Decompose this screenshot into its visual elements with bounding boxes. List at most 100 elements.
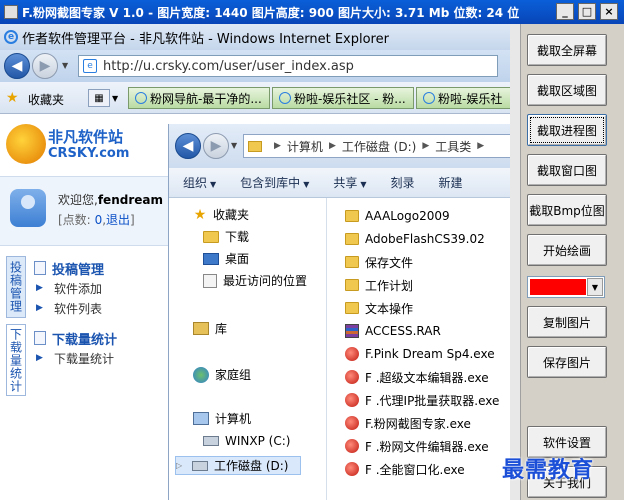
downloads-folder-icon bbox=[203, 230, 219, 243]
forward-arrow-icon[interactable]: ▶ bbox=[32, 53, 58, 79]
site-logo[interactable]: 非凡软件站 CRSKY.com bbox=[4, 120, 144, 168]
history-dropdown-icon[interactable]: ▼ bbox=[231, 141, 237, 150]
list-item[interactable]: F .全能窗口化.exe bbox=[345, 459, 465, 479]
fav-tab-1[interactable]: 粉网导航-最干净的... bbox=[128, 87, 270, 109]
list-item[interactable]: F .代理IP批量获取器.exe bbox=[345, 390, 499, 410]
copy-image-button[interactable]: 复制图片 bbox=[527, 306, 607, 338]
path-segment[interactable]: 工具类 bbox=[435, 138, 471, 155]
path-segment[interactable]: 工作磁盘 (D:) bbox=[342, 138, 416, 155]
file-name: F .粉网文件编辑器.exe bbox=[365, 439, 489, 454]
save-image-button[interactable]: 保存图片 bbox=[527, 346, 607, 378]
ie-title-bar: e 作者软件管理平台 - 非凡软件站 - Windows Internet Ex… bbox=[0, 24, 520, 50]
file-list: AAALogo2009 AdobeFlashCS39.02 保存文件 工作计划 … bbox=[339, 198, 520, 500]
list-item[interactable]: F.Pink Dream Sp4.exe bbox=[345, 344, 495, 364]
share-button[interactable]: 共享 ▼ bbox=[333, 174, 366, 191]
close-button[interactable]: × bbox=[600, 3, 618, 20]
menu-item-software-list[interactable]: ▶ 软件列表 bbox=[34, 298, 170, 318]
nav-computer[interactable]: 计算机 bbox=[193, 410, 251, 427]
chevron-right-icon: ▶ bbox=[328, 141, 336, 151]
capture-process-button[interactable]: 截取进程图 bbox=[527, 114, 607, 146]
folder-icon bbox=[248, 140, 262, 152]
menu-section-downloads: 下载量统计 bbox=[34, 328, 170, 348]
fav-tab-3[interactable]: 粉啦-娱乐社 bbox=[416, 87, 520, 109]
nav-favorites[interactable]: ★ 收藏夹 bbox=[193, 206, 249, 223]
history-dropdown-icon[interactable]: ▼ bbox=[62, 61, 68, 70]
nav-library[interactable]: 库 bbox=[193, 320, 227, 337]
menu-item-label: 软件列表 bbox=[54, 301, 103, 316]
minimize-button[interactable]: _ bbox=[556, 3, 574, 20]
capture-bmp-button[interactable]: 截取Bmp位图 bbox=[527, 194, 607, 226]
back-arrow-icon[interactable]: ◀ bbox=[4, 53, 30, 79]
maximize-button[interactable]: □ bbox=[578, 3, 596, 20]
screenshot-preview: e 作者软件管理平台 - 非凡软件站 - Windows Internet Ex… bbox=[0, 24, 520, 500]
path-segment[interactable]: 计算机 bbox=[287, 138, 323, 155]
desktop-icon bbox=[203, 252, 219, 265]
logo-domain: CRSKY.com bbox=[48, 146, 130, 161]
ie-navigation-bar: ◀ ▶ ▼ e http://u.crsky.com/user/user_ind… bbox=[0, 50, 520, 82]
favorites-label[interactable]: 收藏夹 bbox=[28, 91, 64, 108]
computer-icon bbox=[193, 412, 209, 425]
vtab-downloads[interactable]: 下载量统计 bbox=[6, 324, 26, 396]
welcome-prefix: 欢迎您, bbox=[58, 193, 98, 207]
file-name: F .超级文本编辑器.exe bbox=[365, 370, 489, 385]
list-item[interactable]: F.粉网截图专家.exe bbox=[345, 413, 471, 433]
preview-scrollbar[interactable] bbox=[510, 24, 520, 500]
drive-icon bbox=[192, 460, 208, 471]
fav-tab-2[interactable]: 粉啦-娱乐社区 - 粉... bbox=[272, 87, 414, 109]
organize-button[interactable]: 组织 ▼ bbox=[183, 174, 216, 191]
site-content: 非凡软件站 CRSKY.com 欢迎您,fendream [点数: 0,退出] … bbox=[0, 114, 170, 500]
list-item[interactable]: AAALogo2009 bbox=[345, 206, 450, 226]
list-item[interactable]: F .超级文本编辑器.exe bbox=[345, 367, 489, 387]
explorer-path-bar[interactable]: ▶ 计算机 ▶ 工作磁盘 (D:) ▶ 工具类 ▶ bbox=[243, 134, 520, 158]
list-item[interactable]: 保存文件 bbox=[345, 252, 413, 272]
nav-homegroup[interactable]: 家庭组 bbox=[193, 366, 251, 383]
nav-drive-c[interactable]: WINXP (C:) bbox=[203, 434, 290, 448]
arrow-right-icon: ▶ bbox=[36, 353, 43, 363]
tabs-dropdown-icon[interactable]: ▼ bbox=[112, 89, 122, 107]
capture-fullscreen-button[interactable]: 截取全屏幕 bbox=[527, 34, 607, 66]
chevron-right-icon: ▶ bbox=[422, 141, 430, 151]
back-arrow-icon[interactable]: ◀ bbox=[175, 133, 201, 159]
start-drawing-button[interactable]: 开始绘画 bbox=[527, 234, 607, 266]
nav-label: 收藏夹 bbox=[213, 208, 250, 222]
list-item[interactable]: 文本操作 bbox=[345, 298, 413, 318]
star-icon: ★ bbox=[193, 206, 207, 223]
homegroup-icon bbox=[193, 366, 209, 383]
navigation-pane: ★ 收藏夹 下载 桌面 最近访问的位置 库 家庭组 计算机 WINXP (C:)… bbox=[169, 198, 327, 500]
burn-button[interactable]: 刻录 bbox=[391, 174, 415, 191]
ie-logo-icon: e bbox=[4, 30, 18, 44]
nav-downloads[interactable]: 下载 bbox=[203, 228, 249, 245]
list-item[interactable]: AdobeFlashCS39.02 bbox=[345, 229, 485, 249]
new-folder-button[interactable]: 新建 bbox=[439, 174, 463, 191]
forward-arrow-icon[interactable]: ▶ bbox=[203, 133, 229, 159]
capture-region-button[interactable]: 截取区域图 bbox=[527, 74, 607, 106]
username: fendream bbox=[97, 193, 163, 207]
include-library-button[interactable]: 包含到库中 ▼ bbox=[240, 174, 309, 191]
file-name: ACCESS.RAR bbox=[365, 324, 441, 338]
quick-tabs-icon[interactable]: ▦ bbox=[88, 89, 110, 107]
explorer-window: ◀ ▶ ▼ ▶ 计算机 ▶ 工作磁盘 (D:) ▶ 工具类 ▶ 组织 ▼ 包含到库… bbox=[168, 124, 520, 500]
menu-item-download-stats[interactable]: ▶ 下载量统计 bbox=[34, 348, 170, 368]
chevron-right-icon: ▶ bbox=[274, 141, 281, 151]
expand-icon[interactable]: ▷ bbox=[176, 461, 186, 470]
address-bar[interactable]: e http://u.crsky.com/user/user_index.asp bbox=[78, 55, 498, 77]
favorites-star-icon[interactable]: ★ bbox=[6, 90, 19, 106]
file-name: F.Pink Dream Sp4.exe bbox=[365, 347, 495, 361]
list-item[interactable]: 工作计划 bbox=[345, 275, 413, 295]
recent-places-icon bbox=[203, 273, 217, 288]
list-item[interactable]: F .粉网文件编辑器.exe bbox=[345, 436, 489, 456]
logout-link[interactable]: 退出 bbox=[106, 213, 130, 227]
nav-recent[interactable]: 最近访问的位置 bbox=[203, 272, 307, 289]
list-item[interactable]: ACCESS.RAR bbox=[345, 321, 441, 341]
menu-item-add-software[interactable]: ▶ 软件添加 bbox=[34, 278, 170, 298]
nav-label: 工作磁盘 (D:) bbox=[214, 459, 289, 473]
nav-desktop[interactable]: 桌面 bbox=[203, 250, 249, 267]
explorer-toolbar: 组织 ▼ 包含到库中 ▼ 共享 ▼ 刻录 新建 bbox=[169, 168, 520, 198]
chevron-down-icon[interactable]: ▼ bbox=[587, 278, 603, 296]
tool-label: 新建 bbox=[438, 176, 463, 190]
capture-window-button[interactable]: 截取窗口图 bbox=[527, 154, 607, 186]
nav-drive-d[interactable]: ▷ 工作磁盘 (D:) bbox=[175, 456, 302, 475]
control-panel: 截取全屏幕 截取区域图 截取进程图 截取窗口图 截取Bmp位图 开始绘画 ▼ 复… bbox=[520, 24, 624, 500]
vtab-submissions[interactable]: 投稿管理 bbox=[6, 256, 26, 318]
pen-color-select[interactable]: ▼ bbox=[527, 276, 605, 298]
